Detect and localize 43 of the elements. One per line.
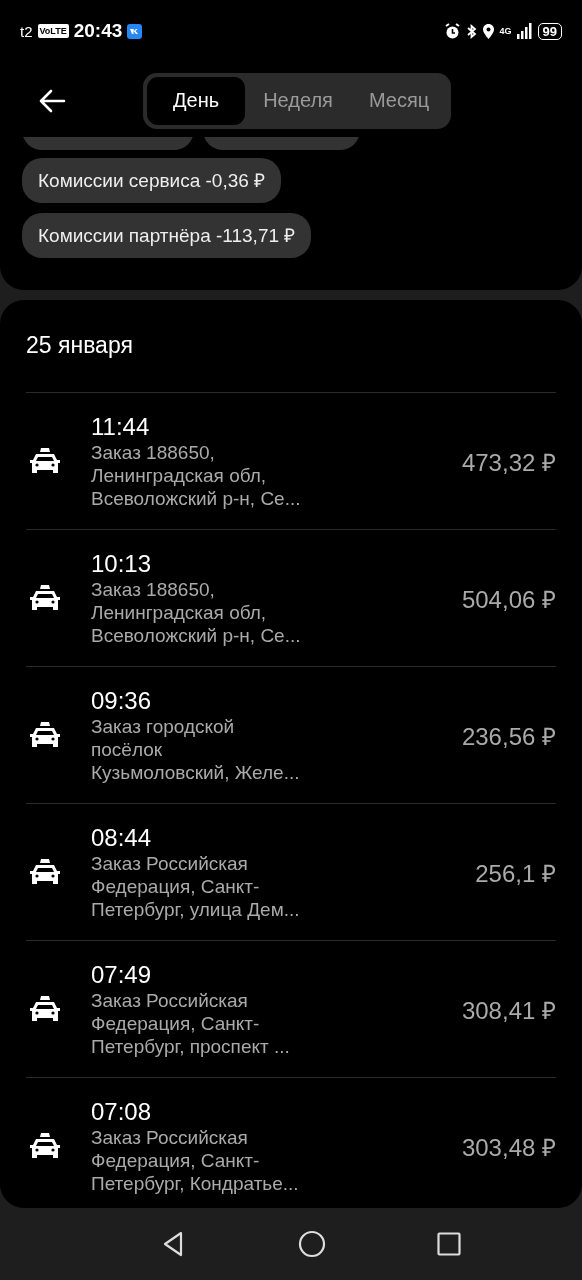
app-notification-icon xyxy=(127,23,143,39)
order-time: 09:36 xyxy=(91,686,153,715)
order-address: Заказ 188650, Ленинградская обл, Всеволожский р-н, Се... xyxy=(91,440,302,510)
order-amount: 504,06 ₽ xyxy=(461,584,556,615)
order-amount: 303,48 ₽ xyxy=(461,1132,556,1163)
bluetooth-icon xyxy=(465,22,477,40)
location-icon xyxy=(481,22,495,40)
taxi-car-icon xyxy=(29,721,61,749)
status-time: 20:43 xyxy=(73,20,123,42)
recents-nav-icon[interactable] xyxy=(437,1232,462,1256)
order-time: 11:44 xyxy=(91,412,151,441)
order-time: 08:44 xyxy=(91,823,153,852)
commission-chip: Комиссии партнёра -113,71 ₽ xyxy=(22,213,312,258)
order-amount: 236,56 ₽ xyxy=(461,721,556,752)
order-address: Заказ Российская Федерация, Санкт- Петербург, Кондратье... xyxy=(91,1125,300,1195)
signal-icon xyxy=(516,23,533,39)
order-address: Заказ Российская Федерация, Санкт- Петербург, улица Дем... xyxy=(91,851,301,921)
commission-chip: Комиссии сервиса -0,36 ₽ xyxy=(22,158,282,203)
order-time: 07:49 xyxy=(91,960,153,989)
taxi-car-icon xyxy=(29,995,61,1023)
taxi-car-icon xyxy=(29,858,61,886)
order-amount: 473,32 ₽ xyxy=(461,447,556,478)
alarm-icon xyxy=(443,22,461,40)
order-address: Заказ Российская Федерация, Санкт- Петербург, проспект ... xyxy=(91,988,291,1058)
order-address: Заказ 188650, Ленинградская обл, Всеволожский р-н, Се... xyxy=(91,577,302,647)
order-amount: 308,41 ₽ xyxy=(461,995,556,1026)
battery-level: 99 xyxy=(537,22,562,40)
period-tab[interactable]: Месяц xyxy=(350,77,448,125)
taxi-car-icon xyxy=(29,447,61,475)
back-button[interactable] xyxy=(38,89,66,113)
carrier-label: t2 xyxy=(20,22,33,40)
order-amount: 256,1 ₽ xyxy=(475,858,556,889)
taxi-car-icon xyxy=(29,1132,61,1160)
order-time: 07:08 xyxy=(91,1097,153,1126)
order-time: 10:13 xyxy=(91,549,153,578)
taxi-car-icon xyxy=(29,584,61,612)
order-address: Заказ городской посёлок Кузьмоловский, Желе... xyxy=(91,714,301,784)
period-tab[interactable]: Неделя xyxy=(245,77,351,125)
volte-badge: VoLTE xyxy=(37,24,69,38)
date-heading: 25 января xyxy=(26,331,134,360)
network-type-label: 4G xyxy=(499,26,512,36)
period-tab[interactable]: День xyxy=(147,77,246,125)
home-nav-icon[interactable] xyxy=(298,1230,326,1258)
